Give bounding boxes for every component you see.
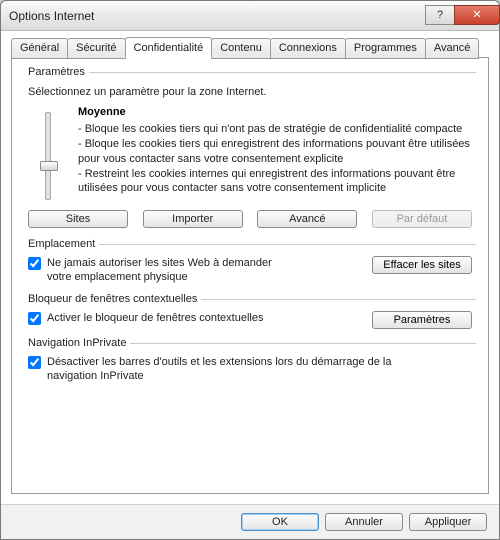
group-inprivate: Navigation InPrivate Désactiver les barr… bbox=[24, 337, 476, 384]
window-title: Options Internet bbox=[9, 9, 425, 23]
tab-content[interactable]: Contenu bbox=[211, 38, 271, 59]
legend-inprivate: Navigation InPrivate bbox=[24, 337, 476, 349]
sites-button[interactable]: Sites bbox=[28, 210, 128, 228]
privacy-desc-2: - Bloque les cookies tiers qui enregistr… bbox=[78, 137, 472, 167]
slider-column bbox=[28, 106, 68, 200]
popup-row: Activer le bloqueur de fenêtres contextu… bbox=[28, 311, 472, 329]
popup-label: Activer le bloqueur de fenêtres contextu… bbox=[47, 311, 263, 325]
ok-button[interactable]: OK bbox=[241, 513, 319, 531]
help-button[interactable]: ? bbox=[425, 5, 455, 25]
tab-security[interactable]: Sécurité bbox=[67, 38, 125, 59]
content-area: Général Sécurité Confidentialité Contenu… bbox=[1, 31, 499, 504]
tab-strip: Général Sécurité Confidentialité Contenu… bbox=[11, 37, 489, 58]
legend-popup: Bloqueur de fenêtres contextuelles bbox=[24, 293, 476, 305]
default-button: Par défaut bbox=[372, 210, 472, 228]
settings-intro: Sélectionnez un paramètre pour la zone I… bbox=[28, 86, 472, 98]
tab-general[interactable]: Général bbox=[11, 38, 68, 59]
settings-button-row: Sites Importer Avancé Par défaut bbox=[28, 210, 472, 228]
popup-side: Paramètres bbox=[372, 311, 472, 329]
privacy-slider-area: Moyenne - Bloque les cookies tiers qui n… bbox=[28, 106, 472, 200]
group-location: Emplacement Ne jamais autoriser les site… bbox=[24, 238, 476, 285]
apply-button[interactable]: Appliquer bbox=[409, 513, 487, 531]
titlebar[interactable]: Options Internet ? ✕ bbox=[1, 1, 499, 31]
advanced-button[interactable]: Avancé bbox=[257, 210, 357, 228]
import-button[interactable]: Importer bbox=[143, 210, 243, 228]
privacy-desc-1: - Bloque les cookies tiers qui n'ont pas… bbox=[78, 122, 472, 137]
group-popup: Bloqueur de fenêtres contextuelles Activ… bbox=[24, 293, 476, 329]
privacy-level-title: Moyenne bbox=[78, 106, 472, 118]
slider-thumb[interactable] bbox=[40, 161, 58, 171]
tab-privacy[interactable]: Confidentialité bbox=[125, 37, 213, 58]
popup-checkbox[interactable] bbox=[28, 312, 41, 325]
popup-settings-button[interactable]: Paramètres bbox=[372, 311, 472, 329]
legend-settings: Paramètres bbox=[24, 66, 476, 78]
tab-panel: Paramètres Sélectionnez un paramètre pou… bbox=[11, 57, 489, 494]
tab-programs[interactable]: Programmes bbox=[345, 38, 426, 59]
close-button[interactable]: ✕ bbox=[454, 5, 500, 25]
group-settings: Paramètres Sélectionnez un paramètre pou… bbox=[24, 66, 476, 228]
dialog-window: Options Internet ? ✕ Général Sécurité Co… bbox=[0, 0, 500, 540]
location-checkbox[interactable] bbox=[28, 257, 41, 270]
dialog-footer: OK Annuler Appliquer bbox=[1, 504, 499, 539]
tab-connections[interactable]: Connexions bbox=[270, 38, 346, 59]
inprivate-checkbox[interactable] bbox=[28, 356, 41, 369]
privacy-slider[interactable] bbox=[45, 112, 51, 200]
window-buttons: ? ✕ bbox=[425, 5, 499, 27]
level-description: Moyenne - Bloque les cookies tiers qui n… bbox=[78, 106, 472, 200]
tab-advanced[interactable]: Avancé bbox=[425, 38, 480, 59]
location-side: Effacer les sites bbox=[372, 256, 472, 274]
cancel-button[interactable]: Annuler bbox=[325, 513, 403, 531]
location-row: Ne jamais autoriser les sites Web à dema… bbox=[28, 256, 472, 285]
inprivate-row: Désactiver les barres d'outils et les ex… bbox=[28, 355, 472, 384]
location-label: Ne jamais autoriser les sites Web à dema… bbox=[47, 256, 277, 285]
clear-sites-button[interactable]: Effacer les sites bbox=[372, 256, 472, 274]
privacy-desc-3: - Restreint les cookies internes qui enr… bbox=[78, 167, 472, 197]
inprivate-label: Désactiver les barres d'outils et les ex… bbox=[47, 355, 427, 384]
legend-location: Emplacement bbox=[24, 238, 476, 250]
